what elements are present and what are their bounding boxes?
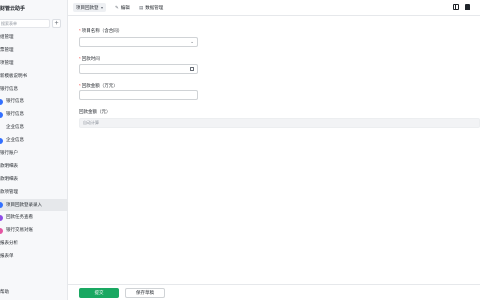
share-icon[interactable] [465,4,470,10]
sidebar-item-label: 款明细表 [0,162,18,168]
sidebar-item[interactable]: 银行信息 [0,83,67,96]
sidebar: 财管云助手 搜索表单 + 组管理 票管理 项管理 新模板说明书 银行信息 银行信息 银行信息… [0,0,68,300]
app-title: 财管云助手 [0,6,26,12]
sidebar-item[interactable]: 款明细表 [0,160,67,173]
sidebar-item[interactable]: 报表单 [0,250,67,263]
sidebar-item[interactable]: 企业信息 [0,134,67,147]
sidebar-item[interactable]: 银行信息 [0,108,67,121]
layout-icon[interactable] [453,4,459,10]
form-icon [0,137,3,144]
sidebar-item-label: 报表单 [0,253,14,259]
pencil-icon: ✎ [115,5,119,10]
sidebar-item-label: 银行信息 [6,98,24,104]
save-draft-button[interactable]: 保存草稿 [125,288,165,298]
edit-button[interactable]: ✎ 编辑 [115,3,130,12]
form-footer: 提交 保存草稿 [68,284,480,300]
sidebar-item[interactable]: 企业信息 [0,121,67,134]
amount-yuan-label: 回款金额（元） [79,109,111,114]
edit-button-label: 编辑 [120,5,130,10]
form-body: *项目名称（含合同） ⌄ *回款时间 *回款金额（万元） 回款金额（元） 自动计… [68,16,480,284]
chevron-down-icon: ▾ [100,5,103,10]
form-tab-label: 项目回款登 [76,5,99,10]
top-bar: 项目回款登 ▾ ✎ 编辑 ▤ 数据管理 [68,0,480,16]
amount-wan-input[interactable] [79,90,198,100]
form-icon [0,202,3,209]
chevron-down-icon: ⌄ [190,39,194,44]
sidebar-item[interactable]: 银行信息 [0,95,67,108]
sidebar-item[interactable]: 报表分析 [0,237,67,250]
data-manage-label: 数据管理 [145,5,164,10]
sidebar-help-link[interactable]: 帮助 [0,289,9,295]
sidebar-item[interactable]: 新模板说明书 [0,70,67,83]
project-name-select[interactable]: ⌄ [79,37,198,47]
sidebar-item[interactable]: 项目回款登录录入 [0,198,67,212]
form-icon [0,111,3,118]
sidebar-item[interactable]: 银行账户 [0,147,67,160]
sidebar-item[interactable]: 款项管理 [0,186,67,199]
sidebar-item-label: 款明细表 [0,175,18,181]
table-icon: ▤ [139,5,144,10]
calendar-icon [190,67,194,71]
sidebar-item-label: 企业信息 [6,124,24,130]
sidebar-item[interactable]: 款明细表 [0,173,67,186]
sidebar-item-label: 银行交易对账 [6,227,33,233]
sidebar-item-label: 回款任务查看 [6,214,33,220]
sidebar-item[interactable]: 组管理 [0,31,67,44]
sidebar-item[interactable]: 回款任务查看 [0,211,67,224]
sidebar-item-label: 银行账户 [0,150,18,156]
sidebar-list: 组管理 票管理 项管理 新模板说明书 银行信息 银行信息 银行信息 企业信息 企业信息 银行账户款… [0,31,67,263]
form-icon [0,98,3,105]
sidebar-item-label: 企业信息 [6,137,24,143]
sidebar-item[interactable]: 票管理 [0,44,67,57]
form-icon [0,227,3,234]
data-manage-button[interactable]: ▤ 数据管理 [139,3,163,12]
payment-date-input[interactable] [79,64,198,74]
submit-button[interactable]: 提交 [79,288,119,298]
sidebar-item[interactable]: 银行交易对账 [0,224,67,237]
form-icon [0,214,3,221]
payment-date-label: *回款时间 [79,56,100,61]
sidebar-item-label: 银行信息 [6,111,24,117]
amount-yuan-field: 自动计算 [79,118,480,128]
sidebar-item-label: 款项管理 [0,188,18,194]
sidebar-item-label: 组管理 [0,34,14,39]
sidebar-item-label: 银行信息 [0,85,18,91]
form-tab[interactable]: 项目回款登 ▾ [73,3,106,12]
add-icon[interactable]: + [52,19,61,28]
project-name-label: *项目名称（含合同） [79,28,123,33]
sidebar-item-label: 报表分析 [0,240,18,246]
sidebar-item-label: 项目回款登录录入 [6,201,42,207]
amount-wan-label: *回款金额（万元） [79,83,118,88]
sidebar-item-label: 新模板说明书 [0,72,27,78]
sidebar-search-input[interactable]: 搜索表单 [0,19,50,28]
sidebar-item-label: 项管理 [0,59,14,65]
sidebar-item[interactable]: 项管理 [0,57,67,70]
sidebar-item-label: 票管理 [0,46,14,52]
